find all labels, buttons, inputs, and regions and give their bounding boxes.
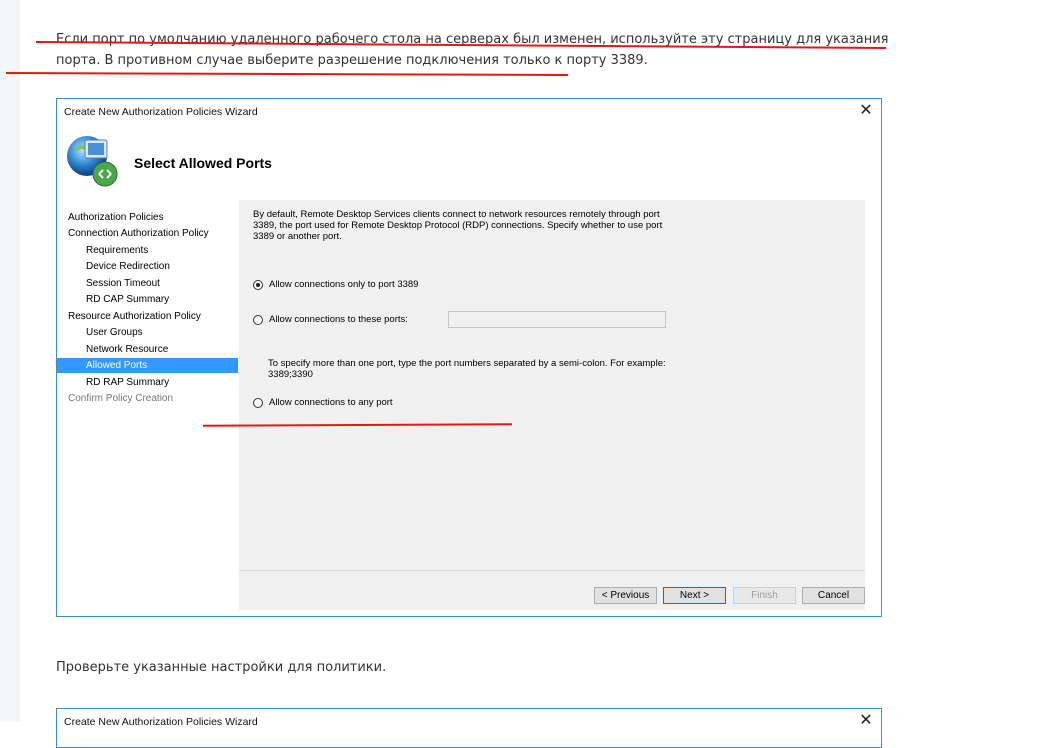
radio-any-port-label[interactable]: Allow connections to any port bbox=[269, 397, 393, 408]
previous-button[interactable]: < Previous bbox=[594, 587, 657, 604]
ports-input[interactable] bbox=[448, 311, 666, 328]
nav-item-user-groups[interactable]: User Groups bbox=[86, 325, 143, 340]
annotation-underline bbox=[5, 72, 569, 76]
nav-item-rd-cap-summary[interactable]: RD CAP Summary bbox=[86, 292, 169, 307]
ports-hint-text: To specify more than one port, type the … bbox=[268, 358, 666, 380]
nav-item-confirm-policy-creation[interactable]: Confirm Policy Creation bbox=[68, 391, 173, 406]
article-paragraph: Если порт по умолчанию удаленного рабоче… bbox=[56, 32, 889, 68]
nav-item-network-resource[interactable]: Network Resource bbox=[86, 342, 168, 357]
description-text: By default, Remote Desktop Services clie… bbox=[253, 209, 663, 242]
window-title: Create New Authorization Policies Wizard bbox=[64, 716, 258, 728]
nav-item-rd-rap-summary[interactable]: RD RAP Summary bbox=[86, 375, 169, 390]
nav-item-authorization-policies[interactable]: Authorization Policies bbox=[68, 210, 164, 225]
nav-item-session-timeout[interactable]: Session Timeout bbox=[86, 276, 160, 291]
radio-only-3389-label[interactable]: Allow connections only to port 3389 bbox=[269, 279, 418, 290]
wizard-content-panel: By default, Remote Desktop Services clie… bbox=[239, 200, 865, 570]
wizard-button-bar: < Previous Next > Finish Cancel bbox=[239, 570, 865, 610]
page-title: Select Allowed Ports bbox=[134, 155, 272, 171]
close-icon[interactable]: ✕ bbox=[857, 102, 875, 120]
nav-item-resource-authorization-policy[interactable]: Resource Authorization Policy bbox=[68, 309, 201, 324]
finish-button[interactable]: Finish bbox=[733, 587, 796, 604]
nav-item-allowed-ports[interactable]: Allowed Ports bbox=[57, 358, 238, 373]
wizard-screenshot-2: Create New Authorization Policies Wizard… bbox=[56, 708, 882, 748]
nav-item-requirements[interactable]: Requirements bbox=[86, 243, 148, 258]
close-icon[interactable]: ✕ bbox=[857, 712, 875, 730]
article-paragraph: Проверьте указанные настройки для полити… bbox=[56, 660, 387, 675]
cancel-button[interactable]: Cancel bbox=[802, 587, 865, 604]
radio-these-ports-label[interactable]: Allow connections to these ports: bbox=[269, 314, 408, 325]
network-policy-icon bbox=[67, 136, 118, 187]
radio-any-port[interactable] bbox=[253, 398, 263, 408]
wizard-screenshot: Create New Authorization Policies Wizard… bbox=[56, 98, 882, 617]
radio-only-3389[interactable] bbox=[253, 280, 263, 290]
wizard-step-nav: Authorization Policies Connection Author… bbox=[57, 200, 238, 610]
next-button[interactable]: Next > bbox=[663, 587, 726, 604]
page-left-rail bbox=[0, 0, 20, 721]
window-title: Create New Authorization Policies Wizard bbox=[64, 106, 258, 118]
nav-item-connection-authorization-policy[interactable]: Connection Authorization Policy bbox=[68, 226, 209, 241]
radio-these-ports[interactable] bbox=[253, 315, 263, 325]
nav-item-device-redirection[interactable]: Device Redirection bbox=[86, 259, 170, 274]
